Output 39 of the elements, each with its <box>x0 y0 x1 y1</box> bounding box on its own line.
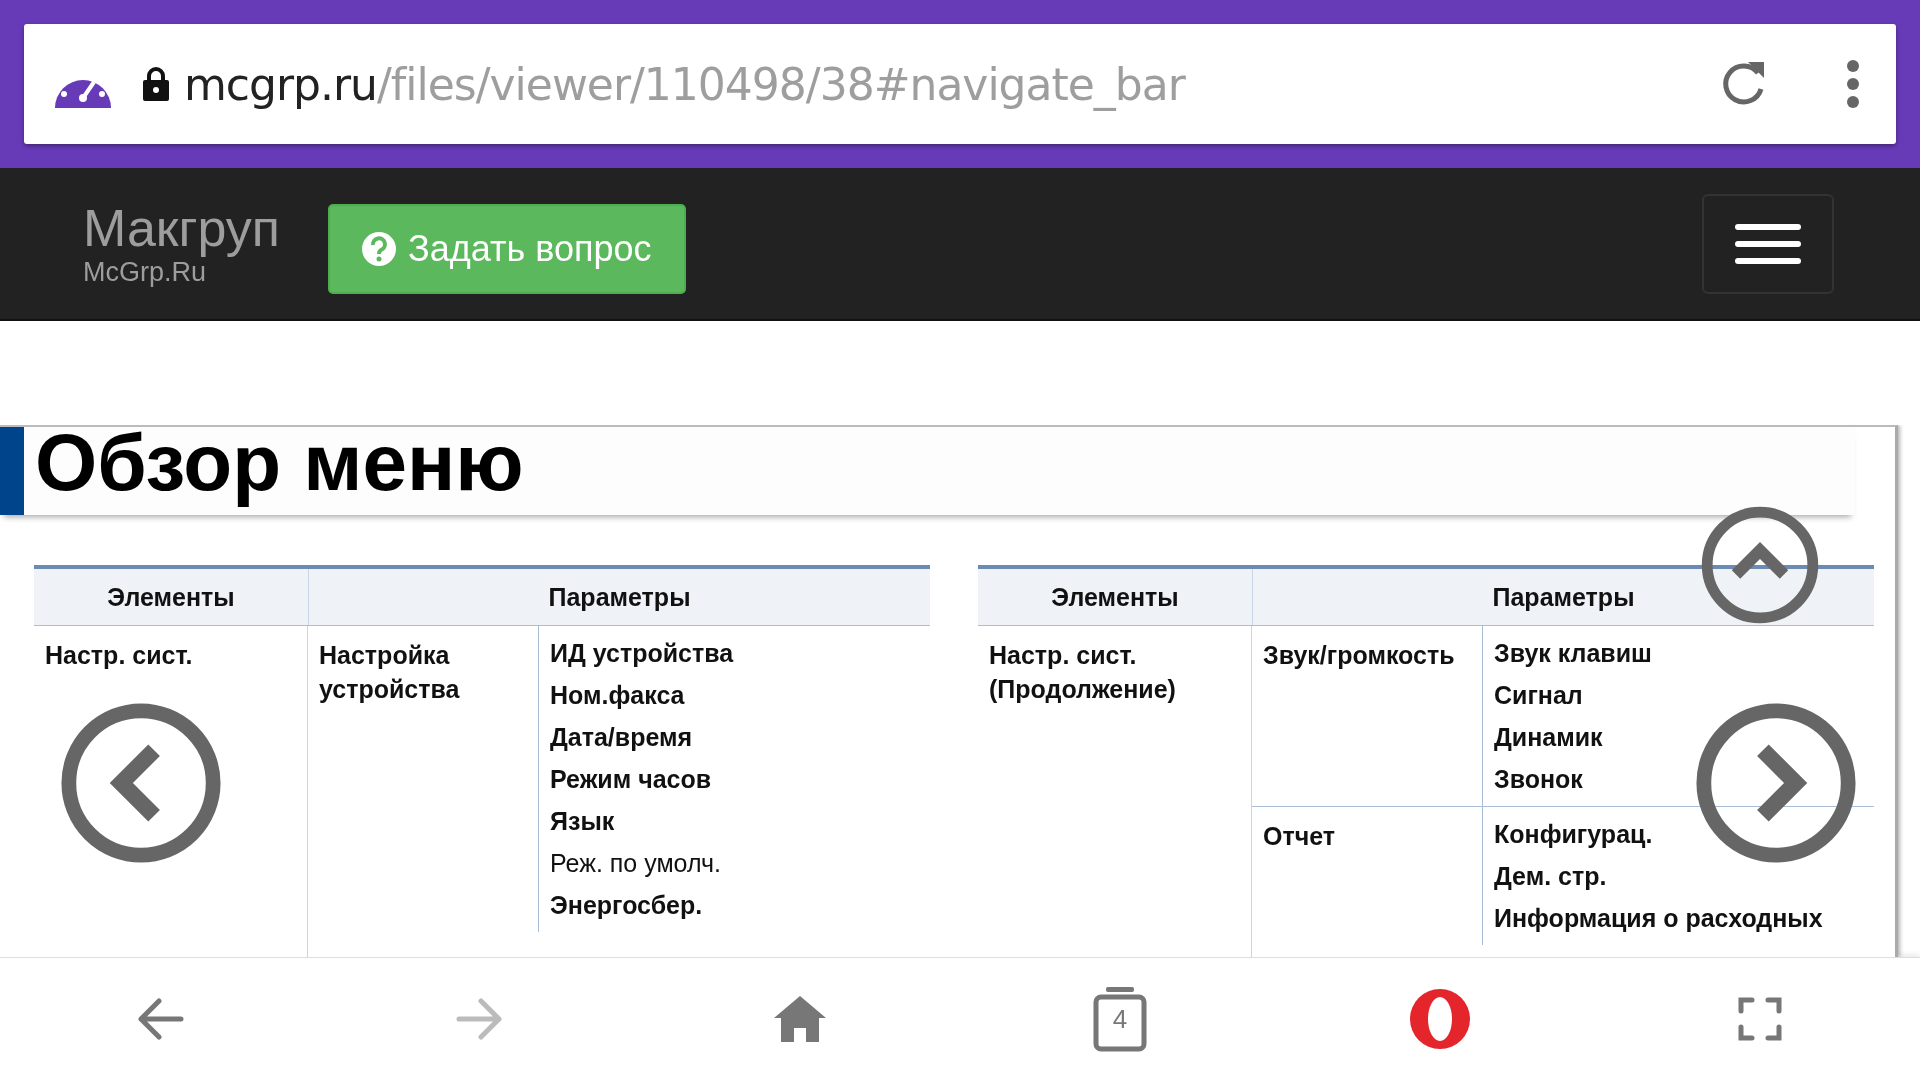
chevron-up-icon[interactable] <box>1700 505 1820 625</box>
chevron-left-icon[interactable] <box>59 701 223 865</box>
column-header: Элементы <box>106 581 236 613</box>
question-icon <box>362 231 397 266</box>
menu-option: Реж. по умолч. <box>550 846 919 880</box>
table-cell: Настройка устройства <box>308 626 539 932</box>
chevron-right-icon[interactable] <box>1694 701 1858 865</box>
menu-button[interactable] <box>1702 193 1834 294</box>
table-cell: Звук/громкость <box>1252 626 1483 806</box>
menu-option: Дем. стр. <box>1494 859 1863 893</box>
more-icon[interactable] <box>1846 59 1860 109</box>
table-cell: Отчет <box>1252 807 1483 945</box>
menu-option: Звук клавиш <box>1494 636 1863 670</box>
column-header: Параметры <box>308 569 930 625</box>
home-icon <box>772 994 828 1044</box>
forward-arrow-icon <box>455 997 505 1041</box>
menu-option: ИД устройства <box>550 636 919 670</box>
menu-option: Информация о расходных <box>1494 901 1863 935</box>
menu-option: Ном.факса <box>550 678 919 712</box>
back-arrow-icon <box>135 997 185 1041</box>
menu-option: Конфигурац. <box>1494 817 1863 851</box>
site-name[interactable]: Макгруп <box>83 199 281 257</box>
menu-option: Язык <box>550 804 919 838</box>
tabs-icon <box>1092 985 1148 1053</box>
menu-option: Режим часов <box>550 762 919 796</box>
tabs-button[interactable]: 4 <box>1080 979 1160 1059</box>
column-header: Элементы <box>1050 581 1180 613</box>
menu-option: Сигнал <box>1494 678 1863 712</box>
menu-icon <box>1735 223 1801 264</box>
lock-icon <box>142 66 170 102</box>
menu-option: Динамик <box>1494 720 1863 754</box>
site-subtitle: McGrp.Ru <box>83 257 208 288</box>
page-title: Обзор меню <box>35 425 524 509</box>
fullscreen-corners-icon <box>1738 997 1782 1041</box>
table-cell: Настр. сист. <box>34 626 308 957</box>
menu-option: Дата/время <box>550 720 919 754</box>
menu-option: Звонок <box>1494 762 1863 796</box>
column-header: Параметры <box>1252 569 1874 625</box>
menu-option: Энергосбер. <box>550 888 919 922</box>
